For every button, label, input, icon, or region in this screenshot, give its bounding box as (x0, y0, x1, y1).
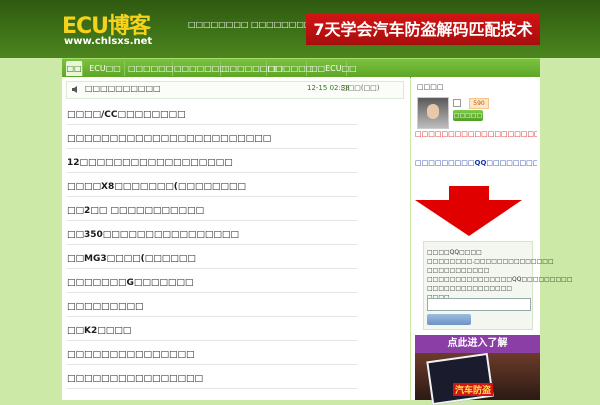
logo-url: www.chlsxs.net (64, 36, 153, 47)
post-title-link[interactable]: □□K2□□□□ (67, 326, 131, 336)
post-title-link[interactable]: □□350□□□□□□□□□□□□□□□□ (67, 230, 239, 240)
list-item: □□□□□□□□□□□□□□□□ (67, 366, 357, 389)
post-title-link[interactable]: □□□□□□□□□ (67, 302, 144, 312)
list-item: 12□□□□□□□□□□□□□□□□□□ (67, 150, 357, 173)
subscribe-text: □□□□QQ□□□□ □□□□□□□□.□□□□□□□□□□□□□□ □□□□□… (427, 249, 573, 301)
post-title-link[interactable]: □□□□X8□□□□□□□(□□□□□□□□ (67, 182, 246, 192)
book-title: 汽车防盗 (453, 383, 494, 396)
announcement-text[interactable]: □□□□□□□□□□ (85, 84, 161, 93)
list-item: □□□□□□□□□□□□□□□□□□□□□□□□ (67, 126, 357, 149)
list-item: □□□□/CC□□□□□□□□ (67, 102, 357, 125)
avatar-face (427, 104, 439, 119)
post-title-link[interactable]: □□□□□□□G□□□□□□□ (67, 278, 193, 288)
post-title-link[interactable]: □□□□□□□□□□□□□□□□□□□□□□□□ (67, 134, 271, 144)
list-item: □□□□□□□□□ (67, 294, 357, 317)
sidebar-title: □□□□ (417, 83, 444, 91)
profile-icon[interactable] (453, 99, 461, 107)
list-item: □□K2□□□□ (67, 318, 357, 341)
post-title-link[interactable]: 12□□□□□□□□□□□□□□□□□□ (67, 158, 233, 168)
post-title-link[interactable]: □□2□□ □□□□□□□□□□□ (67, 206, 204, 216)
count-badge: 590 (469, 98, 489, 109)
site-header: ECU博客 www.chlsxs.net □□□□□□□□ □□□□□□□□ 7… (0, 0, 600, 58)
announcement-more-link[interactable]: □□□(□□) (341, 84, 380, 92)
book-cover (426, 352, 494, 405)
arrow-down-icon (415, 186, 522, 236)
post-title-link[interactable]: □□□□□□□□□□□□□□□□ (67, 374, 203, 384)
nav-item-6[interactable]: □□□□□□ (268, 61, 313, 76)
nav-item-ecu[interactable]: ECU□□ (86, 61, 125, 76)
speaker-icon (72, 86, 77, 93)
promo-link-blue[interactable]: □□□□□□□□□QQ□□□□□□□□□□□□□□□□□□□□688□□□□□□… (415, 159, 537, 185)
announcement-bar: □□□□□□□□□□ 12-15 02:38 □□□(□□) (66, 81, 404, 99)
list-item: □□□□□□□□□□□□□□□ (67, 342, 357, 365)
nav-item-5[interactable]: □□□□□□□□ (222, 61, 282, 76)
list-item: □□2□□ □□□□□□□□□□□ (67, 198, 357, 221)
list-item: □□□□□□□G□□□□□□□ (67, 270, 357, 293)
nav-item-home[interactable]: □□ (66, 61, 83, 76)
sidebar: □□□□ 590 □□□□□ □□□□□□□□□□□□□□□□□□ □□□□□□□… (411, 77, 573, 405)
post-title-link[interactable]: □□□□/CC□□□□□□□□ (67, 110, 186, 120)
subscribe-input[interactable] (427, 298, 531, 311)
promo-link-red[interactable]: □□□□□□□□□□□□□□□□□□□□□□□□□□□□□□□&QQ:16118… (415, 130, 537, 156)
avatar[interactable] (417, 97, 449, 129)
subscribe-box: □□□□QQ□□□□ □□□□□□□□.□□□□□□□□□□□□□□ □□□□□… (423, 241, 573, 330)
nav-item-3[interactable]: □□□□□□ (128, 61, 173, 76)
product-ad-image[interactable]: 汽车防盗 (415, 352, 540, 405)
list-item: □□350□□□□□□□□□□□□□□□□ (67, 222, 357, 245)
header-ad-banner[interactable]: 7天学会汽车防盗解码匹配技术 (306, 14, 540, 45)
main-nav: □□ ECU□□ □□□□□□ □□□□□□□ □□□□□□□□ □□□□□□ … (62, 58, 540, 78)
subscribe-button[interactable] (427, 314, 471, 325)
site-logo[interactable]: ECU博客 www.chlsxs.net (62, 8, 177, 50)
arrow-down-banner[interactable] (415, 186, 522, 236)
nav-item-4[interactable]: □□□□□□□ (174, 61, 227, 76)
nav-item-7[interactable]: □□ECU□□ (310, 61, 357, 76)
site-tagline: □□□□□□□□ □□□□□□□□ (188, 20, 312, 29)
main-content: □□□□□□□□□□ 12-15 02:38 □□□(□□) □□□□/CC□□… (62, 77, 410, 400)
post-title-link[interactable]: □□MG3□□□□(□□□□□□ (67, 254, 196, 264)
list-item: □□□□X8□□□□□□□(□□□□□□□□ (67, 174, 357, 197)
post-title-link[interactable]: □□□□□□□□□□□□□□□ (67, 350, 195, 360)
ad-learn-more-button[interactable]: 点此进入了解 (415, 335, 540, 353)
list-item: □□MG3□□□□(□□□□□□ (67, 246, 357, 269)
follow-button[interactable]: □□□□□ (453, 110, 483, 121)
